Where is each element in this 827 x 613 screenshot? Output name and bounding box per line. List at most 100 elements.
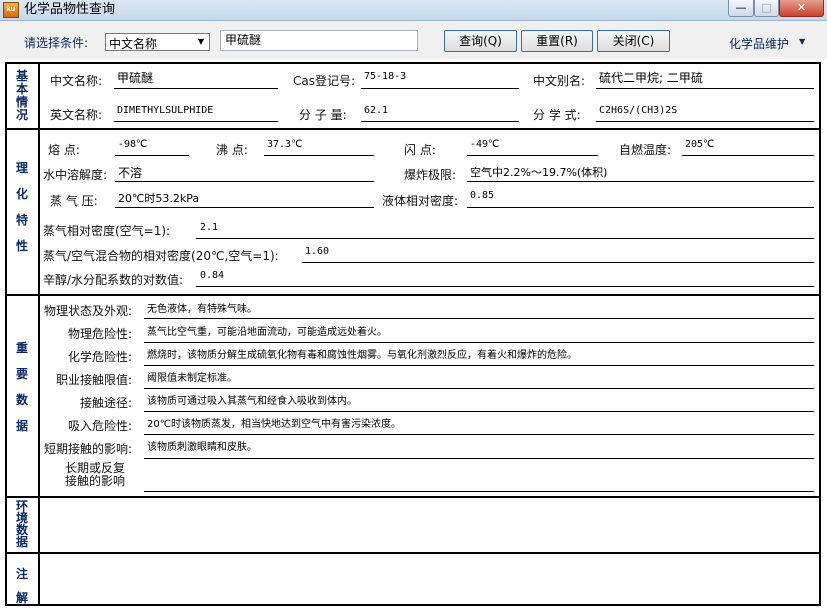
underline [114, 121, 278, 122]
melting-label: 熔 点: [48, 143, 80, 157]
important-label-long-term: 长期或反复接触的影响 [64, 461, 125, 488]
section-divider [5, 552, 821, 554]
condition-select[interactable]: 中文名称 ▼ [105, 33, 210, 51]
underline [196, 238, 814, 239]
liquid-density-label: 液体相对密度: [382, 194, 459, 208]
mw-value: 62.1 [364, 105, 389, 116]
boiling-label: 沸 点: [216, 143, 248, 157]
section-divider [5, 294, 821, 296]
autoignition-label: 自燃温度: [619, 143, 672, 157]
underline [361, 88, 519, 89]
important-label-appearance: 物理状态及外观: [43, 304, 132, 318]
chevron-down-icon[interactable]: ▼ [194, 35, 208, 49]
section-physical-header: 理化特性 [15, 161, 28, 253]
solubility-label: 水中溶解度: [43, 168, 108, 182]
cn-name-value: 甲硫醚 [117, 71, 154, 85]
underline [144, 388, 814, 389]
maximize-button[interactable]: □ [754, 0, 779, 17]
section-divider [38, 63, 40, 605]
underline [682, 155, 814, 156]
close-window-button[interactable]: ✕ [779, 0, 824, 17]
flash-value: -49℃ [470, 139, 500, 150]
en-name-label: 英文名称: [50, 108, 103, 122]
underline [467, 207, 814, 208]
section-environment-header: 环境数据 [15, 499, 28, 549]
important-label-exposure-route: 接触途径: [79, 396, 132, 410]
cas-value: 75-18-3 [364, 71, 407, 82]
query-button[interactable]: 查询(Q) [444, 30, 517, 52]
chevron-down-icon[interactable]: ▼ [799, 37, 805, 46]
underline [115, 207, 374, 208]
important-label-chemical-hazard: 化学危险性: [67, 350, 132, 364]
important-value-exposure-route: 该物质可通过吸入其蒸气和经食入吸收到体内。 [147, 396, 357, 407]
formula-label: 分 学 式: [533, 108, 581, 122]
en-name-value: DIMETHYLSULPHIDE [117, 105, 214, 116]
underline [144, 458, 814, 459]
partition-label: 辛醇/水分配系数的对数值: [43, 273, 184, 287]
alias-value: 硫代二甲烷; 二甲硫 [599, 71, 703, 85]
important-value-physical-hazard: 蒸气比空气重，可能沿地面流动，可能造成远处着火。 [147, 327, 387, 338]
flash-label: 闪 点: [404, 143, 436, 157]
mixture-density-label: 蒸气/空气混合物的相对密度(20℃,空气=1): [43, 249, 279, 263]
cas-label: Cas登记号: [293, 74, 356, 88]
important-label-inhalation-risk: 吸入危险性: [67, 419, 132, 433]
solubility-value: 不溶 [118, 166, 143, 180]
cn-name-label: 中文名称: [50, 74, 103, 88]
underline [114, 88, 278, 89]
underline [467, 155, 598, 156]
boiling-value: 37.3℃ [267, 139, 303, 150]
minimize-button[interactable]: — [728, 0, 754, 17]
important-label-short-term: 短期接触的影响: [43, 442, 132, 456]
autoignition-value: 205℃ [685, 139, 715, 150]
important-value-appearance: 无色液体，有特殊气味。 [147, 304, 257, 315]
vapor-pressure-label: 蒸 气 压: [50, 194, 98, 208]
underline [596, 121, 814, 122]
important-value-chemical-hazard: 燃烧时，该物质分解生成硫氧化物有毒和腐蚀性烟雾。与氧化剂激烈反应，有着火和爆炸的… [147, 350, 577, 361]
underline [144, 342, 814, 343]
important-value-short-term: 该物质刺激眼睛和皮肤。 [147, 442, 257, 453]
explosive-value: 空气中2.2%～19.7%(体积) [470, 166, 608, 179]
maintenance-menu[interactable]: 化学品维护 [729, 35, 789, 52]
vapor-pressure-value: 20℃时53.2kPa [118, 192, 200, 205]
underline [596, 88, 814, 89]
app-icon: ku [3, 2, 19, 18]
partition-value: 0.84 [200, 270, 225, 281]
window-title: 化学品物性查询 [24, 2, 116, 17]
liquid-density-value: 0.85 [470, 190, 495, 201]
section-divider [5, 496, 821, 498]
vapor-density-label: 蒸气相对密度(空气=1): [43, 224, 171, 238]
formula-value: C2H6S/(CH3)2S [599, 105, 678, 116]
underline [196, 286, 814, 287]
important-label-physical-hazard: 物理危险性: [67, 327, 132, 341]
section-notes-header: 注解 [15, 567, 28, 605]
underline [361, 121, 519, 122]
underline [144, 434, 814, 435]
underline [467, 181, 814, 182]
melting-value: -98℃ [118, 139, 148, 150]
section-basic-header: 基本情况 [15, 69, 28, 122]
condition-select-value: 中文名称 [109, 37, 158, 51]
mixture-density-value: 1.60 [305, 246, 330, 257]
underline [302, 262, 814, 263]
vapor-density-value: 2.1 [200, 222, 219, 233]
underline [115, 181, 374, 182]
underline [115, 155, 189, 156]
section-important-header: 重要数据 [15, 341, 28, 433]
mw-label: 分 子 量: [299, 108, 347, 122]
condition-label: 请选择条件: [24, 36, 89, 50]
title-bar: ku 化学品物性查询 — □ ✕ [0, 0, 827, 21]
underline [144, 318, 814, 319]
important-value-inhalation-risk: 20℃时该物质蒸发，相当快地达到空气中有害污染浓度。 [147, 419, 401, 430]
explosive-label: 爆炸极限: [404, 168, 457, 182]
search-input[interactable]: 甲硫醚 [220, 30, 418, 51]
underline [144, 365, 814, 366]
close-button[interactable]: 关闭(C) [597, 30, 670, 52]
important-value-exposure-limit: 阈限值未制定标准。 [147, 373, 237, 384]
important-label-exposure-limit: 职业接触限值: [55, 373, 132, 387]
underline [264, 155, 374, 156]
underline [144, 411, 814, 412]
section-divider [5, 128, 821, 130]
reset-button[interactable]: 重置(R) [521, 30, 593, 52]
alias-label: 中文别名: [533, 74, 586, 88]
underline [144, 491, 814, 492]
